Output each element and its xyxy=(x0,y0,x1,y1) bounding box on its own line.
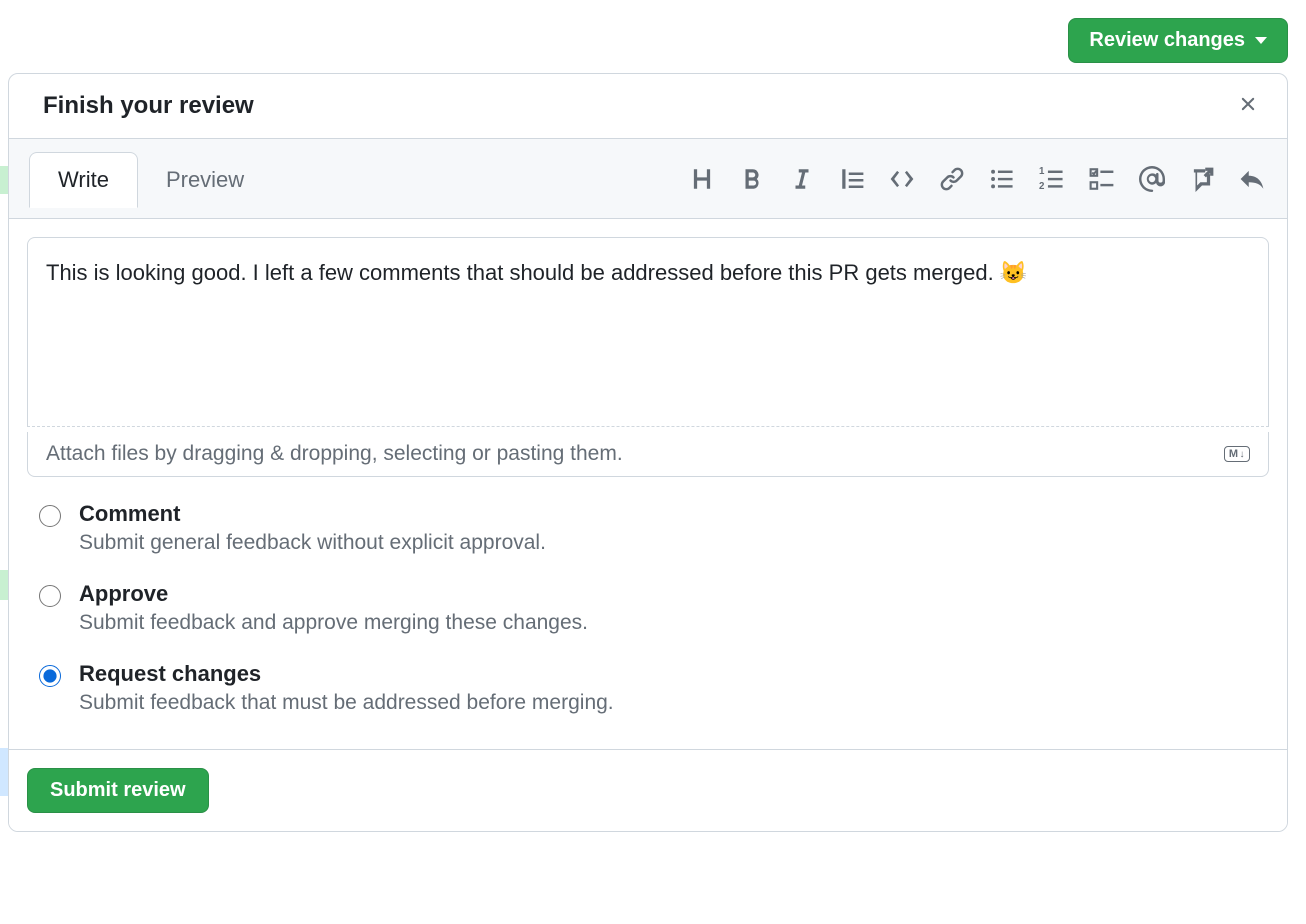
link-icon[interactable] xyxy=(939,166,965,192)
tab-strip: Write Preview 12 xyxy=(9,139,1287,219)
italic-icon[interactable] xyxy=(789,166,815,192)
svg-text:2: 2 xyxy=(1039,180,1045,191)
mention-icon[interactable] xyxy=(1139,166,1165,192)
markdown-toolbar: 12 xyxy=(689,166,1265,192)
panel-title: Finish your review xyxy=(43,92,254,120)
option-request-changes[interactable]: Request changes Submit feedback that mus… xyxy=(39,661,1257,715)
svg-text:1: 1 xyxy=(1039,166,1045,177)
option-approve-label: Approve xyxy=(79,581,588,607)
radio-request-changes[interactable] xyxy=(39,665,61,687)
review-changes-label: Review changes xyxy=(1089,29,1245,52)
cross-reference-icon[interactable] xyxy=(1189,166,1215,192)
option-approve-desc: Submit feedback and approve merging thes… xyxy=(79,611,588,635)
option-request-label: Request changes xyxy=(79,661,614,687)
markdown-badge-icon[interactable]: M xyxy=(1224,446,1250,462)
option-request-desc: Submit feedback that must be addressed b… xyxy=(79,691,614,715)
panel-header: Finish your review xyxy=(9,74,1287,139)
tab-write[interactable]: Write xyxy=(29,152,138,208)
diff-addition-marker xyxy=(0,166,8,194)
task-list-icon[interactable] xyxy=(1089,166,1115,192)
review-changes-button[interactable]: Review changes xyxy=(1068,18,1288,63)
diff-hunk-marker xyxy=(0,748,8,796)
review-comment-textarea[interactable] xyxy=(27,237,1269,427)
attach-hint-text: Attach files by dragging & dropping, sel… xyxy=(46,442,623,466)
unordered-list-icon[interactable] xyxy=(989,166,1015,192)
radio-approve[interactable] xyxy=(39,585,61,607)
tab-preview[interactable]: Preview xyxy=(138,153,272,207)
diff-gutter-slivers xyxy=(0,80,8,920)
code-icon[interactable] xyxy=(889,166,915,192)
attach-hint-row[interactable]: Attach files by dragging & dropping, sel… xyxy=(27,432,1269,477)
radio-comment[interactable] xyxy=(39,505,61,527)
close-icon[interactable] xyxy=(1237,93,1259,120)
quote-icon[interactable] xyxy=(839,166,865,192)
option-comment[interactable]: Comment Submit general feedback without … xyxy=(39,501,1257,555)
diff-addition-marker xyxy=(0,570,8,600)
panel-footer: Submit review xyxy=(9,749,1287,831)
editor-area xyxy=(9,219,1287,432)
submit-review-button[interactable]: Submit review xyxy=(27,768,209,813)
option-approve[interactable]: Approve Submit feedback and approve merg… xyxy=(39,581,1257,635)
review-options: Comment Submit general feedback without … xyxy=(9,477,1287,749)
review-panel: Finish your review Write Preview 12 Atta… xyxy=(8,73,1288,832)
reply-icon[interactable] xyxy=(1239,166,1265,192)
option-comment-desc: Submit general feedback without explicit… xyxy=(79,531,546,555)
top-bar: Review changes xyxy=(0,0,1306,73)
option-comment-label: Comment xyxy=(79,501,546,527)
caret-down-icon xyxy=(1255,37,1267,44)
ordered-list-icon[interactable]: 12 xyxy=(1039,166,1065,192)
bold-icon[interactable] xyxy=(739,166,765,192)
heading-icon[interactable] xyxy=(689,166,715,192)
